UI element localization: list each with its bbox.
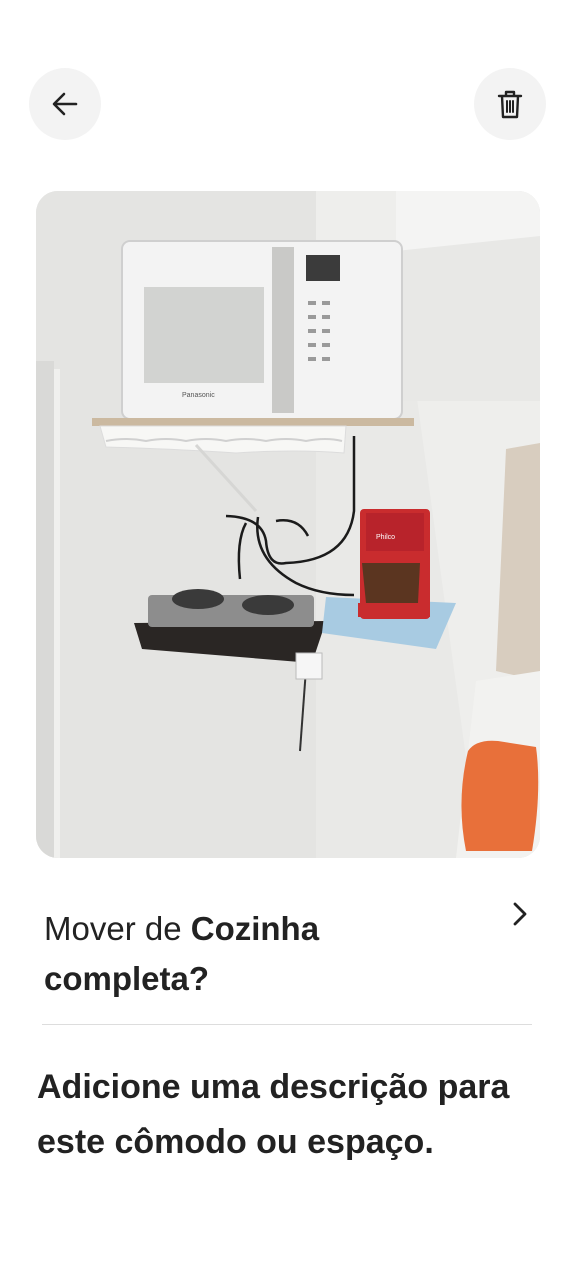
coffee-maker-brand: Philco bbox=[376, 534, 395, 541]
chevron-right-icon bbox=[513, 902, 527, 926]
add-description-prompt[interactable]: Adicione uma descrição para este cômodo … bbox=[37, 1060, 557, 1170]
divider bbox=[42, 1024, 532, 1025]
microwave-brand: Panasonic bbox=[182, 392, 215, 399]
arrow-left-icon bbox=[52, 92, 78, 116]
trash-icon bbox=[497, 90, 523, 119]
back-button[interactable] bbox=[29, 68, 101, 140]
kitchen-photo-illustration: Panasonic Philco bbox=[36, 191, 540, 858]
move-suffix: ? bbox=[188, 960, 210, 997]
move-prefix: Mover de bbox=[44, 910, 191, 947]
move-room-row[interactable]: Mover de Cozinha completa? bbox=[42, 900, 534, 1000]
room-photo[interactable]: Panasonic Philco bbox=[36, 191, 540, 858]
delete-button[interactable] bbox=[474, 68, 546, 140]
move-room-text: Mover de Cozinha completa? bbox=[44, 904, 464, 1004]
